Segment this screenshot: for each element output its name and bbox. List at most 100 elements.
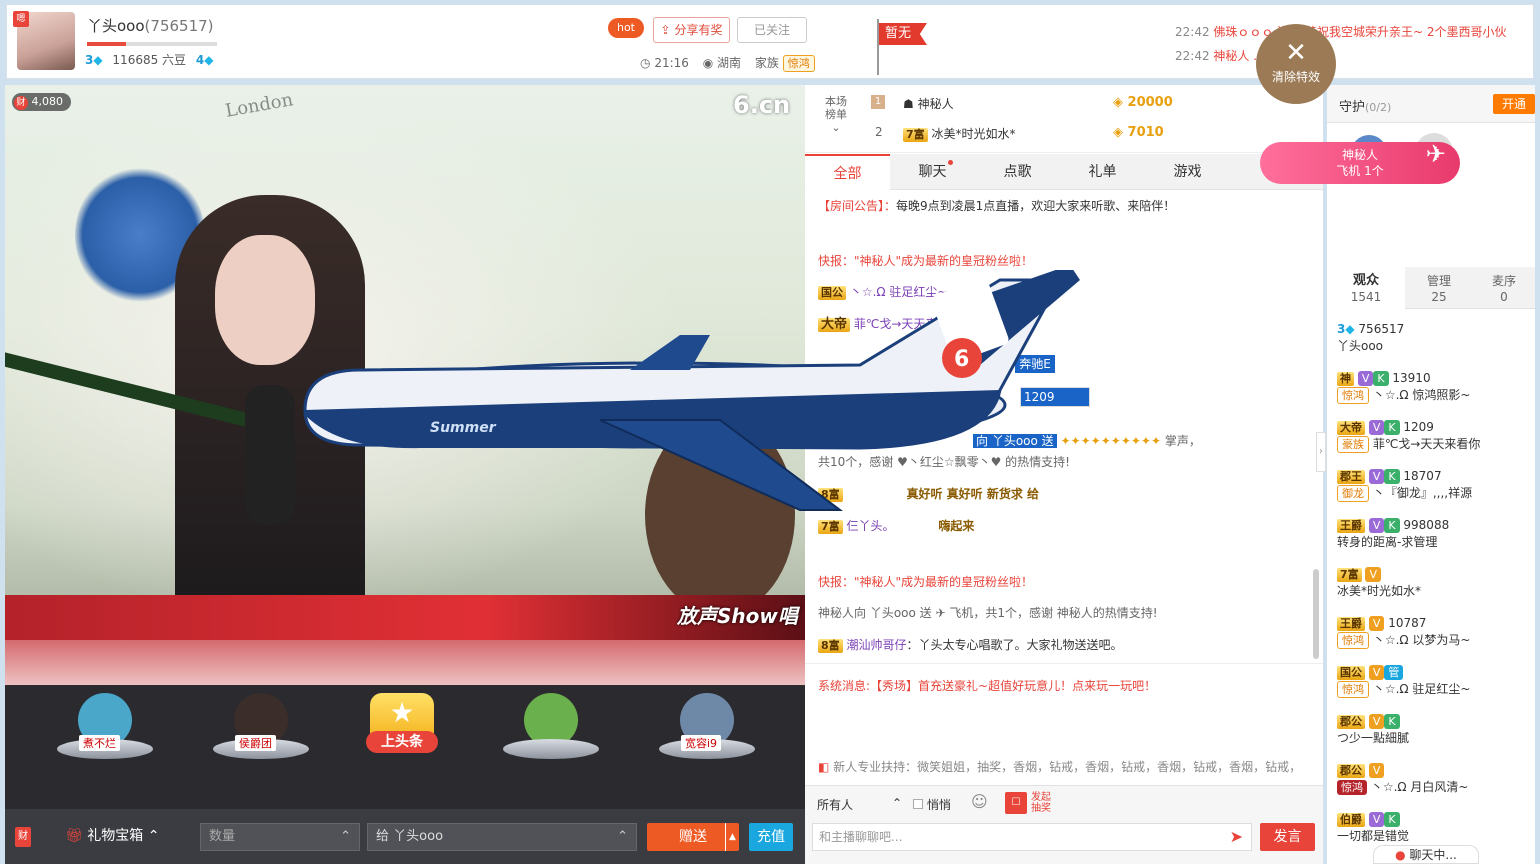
ticker-line-1[interactable]: 22:42 佛珠ｏｏｏ 送给 恭祝我空城荣升亲王~ 2个墨西哥小伙 — [1175, 23, 1535, 40]
tab-admins[interactable]: 管理 25 — [1405, 267, 1473, 309]
user-tabs: 观众 1541 管理 25 麦序 0 — [1327, 267, 1535, 309]
family-badge: 惊鸿 — [782, 55, 815, 72]
airplane-gift-animation: 6 Summer — [300, 265, 1080, 530]
user-list-item[interactable]: 3◆ 756517 丫头ooo — [1337, 321, 1527, 355]
stage-floor — [5, 640, 805, 685]
gift-item[interactable]: 侯爵团 — [213, 693, 309, 769]
user-list-item[interactable]: 王爵 VK 998088 转身的距离-求管理 — [1337, 517, 1527, 551]
chat-tabs: 全部 聊天 点歌 礼单 游戏 — [805, 154, 1323, 190]
send-gift-button[interactable]: 赠送 ▲ — [647, 823, 739, 851]
gift-pedestal — [503, 739, 599, 759]
collapse-toggle[interactable]: › — [1316, 432, 1326, 472]
close-icon: ✕ — [1285, 38, 1307, 68]
clock-icon: ◷ — [640, 56, 651, 70]
flag-pole — [877, 19, 879, 75]
rank-number: 2 — [875, 125, 883, 139]
gift-item[interactable]: 宽容i9 — [659, 693, 755, 769]
svg-text:Summer: Summer — [430, 420, 497, 436]
svg-text:6: 6 — [954, 347, 969, 372]
user-list-item[interactable]: 郡公 V K つ少一點細膩 — [1337, 713, 1527, 747]
gift-item[interactable]: 煮不烂 — [57, 693, 153, 769]
megaphone-icon: ◧ — [818, 760, 830, 774]
wealth-counter[interactable]: 财 4,080 — [12, 93, 71, 111]
microphone — [245, 385, 295, 525]
user-list-item[interactable]: 神 VK 13910 惊鸿 丶☆.Ω 惊鸿照影~ — [1337, 370, 1527, 404]
chat-flash: 快报："神秘人"成为最新的皇冠粉丝啦！ — [818, 254, 1034, 268]
chat-send-button[interactable]: 发言 — [1260, 823, 1315, 851]
anchor-id: (756517) — [144, 17, 214, 35]
anchor-stats: 3◆ 116685 六豆 4◆ — [85, 53, 214, 67]
beans-count: 116685 六豆 — [112, 53, 187, 67]
site-logo: 6.cn — [733, 91, 791, 119]
clear-effects-button[interactable]: ✕ 清除特效 — [1256, 24, 1336, 104]
lottery-button[interactable]: 发起 抽奖 — [1031, 792, 1051, 814]
rank-amount-1: ◈ 20000 — [1113, 95, 1173, 110]
gift-promo-banner[interactable]: 神秘人 飞机 1个 ✈ — [1260, 142, 1460, 184]
chat-scrollbar[interactable] — [1313, 569, 1319, 659]
treasure-box-button[interactable]: 🎁︎ 礼物宝箱 ⌃ — [65, 825, 159, 845]
gift-item-headline[interactable]: ★ 上头条 — [360, 693, 444, 777]
wealth-icon[interactable]: 财 — [15, 827, 31, 847]
open-guard-button[interactable]: 开通 — [1493, 94, 1535, 114]
coin-icon: ◈ — [1113, 95, 1123, 110]
airplane-icon: ✈ — [1425, 140, 1446, 168]
user-list-item[interactable]: 王爵 V 10787 惊鸿 丶☆.Ω 以梦为马~ — [1337, 615, 1527, 649]
user-list-item[interactable]: 郡王 VK 18707 御龙 丶『御龙』,,,,祥源 — [1337, 468, 1527, 502]
whisper-checkbox[interactable]: 悄悄 — [913, 796, 951, 813]
guard-title: 守护(0/2) — [1339, 100, 1392, 115]
user-list-item[interactable]: 7富 V 冰美*时光如水* — [1337, 566, 1527, 600]
system-message[interactable]: 系统消息:【秀场】首充送豪礼~超值好玩意儿！点来玩一玩吧！ — [818, 677, 1308, 695]
marquee-message: ◧ 新人专业扶持：微笑姐姐，抽奖，香烟，钻戒，香烟，钻戒，香烟，钻戒，香烟，钻戒… — [818, 760, 1302, 774]
rank-flag[interactable]: 暂无 — [879, 23, 927, 45]
chat-window-tab[interactable]: ● 聊天中... — [1373, 845, 1479, 864]
user-icon: ☗ — [903, 97, 914, 111]
room-meta: ◷ 21:16 ◉ 湖南 家族 惊鸿 — [640, 54, 815, 72]
location-icon: ◉ — [702, 56, 714, 70]
tab-all[interactable]: 全部 — [805, 154, 890, 190]
user-list-item[interactable]: 国公 V 管惊鸿 丶☆.Ω 驻足红尘~ — [1337, 664, 1527, 698]
user-list-item[interactable]: 郡公 V 惊鸿 丶☆.Ω 月白风清~ — [1337, 762, 1527, 796]
share-button[interactable]: ⇪ 分享有奖 — [653, 17, 730, 43]
gift-strip: 煮不烂 侯爵团 ★ 上头条 宽容i9 — [5, 685, 805, 809]
chat-gift-message: 神秘人向 丫头ooo 送 ✈ 飞机，共1个，感谢 神秘人的热情支持! — [818, 606, 1158, 620]
recharge-button[interactable]: 充值 — [749, 823, 793, 851]
chat-announcement: 【房间公告】：每晚9点到凌晨1点直播，欢迎大家来听歌、来陪伴！ — [818, 199, 1176, 213]
level-progress — [87, 42, 217, 46]
hot-badge[interactable]: hot — [608, 18, 644, 38]
tab-song[interactable]: 点歌 — [975, 154, 1060, 190]
rank-board: 本场 榜单 ⌄ 1 ☗ 神秘人 ◈ 20000 2 7富 冰美*时光如水* ◈ 70… — [805, 85, 1323, 153]
tab-chat[interactable]: 聊天 — [890, 154, 975, 190]
rank-amount-2: ◈ 7010 — [1113, 125, 1164, 140]
gift-box-icon: 🎁︎ — [65, 828, 83, 844]
chat-message[interactable]: 8富 潮汕帅哥仔：丫头太专心唱歌了。大家礼物送送吧。 — [818, 636, 1308, 654]
user-list-item[interactable]: 伯爵 V K 一切都是错觉 — [1337, 811, 1527, 845]
quantity-input[interactable]: 数量 ⌃ — [200, 823, 360, 851]
rank-row-2[interactable]: 7富 冰美*时光如水* — [903, 125, 1016, 142]
tab-gift-list[interactable]: 礼单 — [1060, 154, 1145, 190]
guard-header: 守护(0/2) 开通 — [1327, 85, 1535, 123]
tab-audience[interactable]: 观众 1541 — [1327, 267, 1405, 309]
followed-button[interactable]: 已关注 — [737, 17, 807, 43]
rank-title[interactable]: 本场 榜单 ⌄ — [825, 95, 847, 134]
audience-select[interactable]: 所有人 ⌃ — [817, 796, 902, 813]
ticker-line-2[interactable]: 22:42 神秘人 ... 儿 1个别墅 — [1175, 47, 1535, 64]
airplane-graphic: 6 Summer — [303, 265, 1080, 511]
recipient-select[interactable]: 给 丫头ooo ⌃ — [367, 823, 637, 851]
right-panel: 守护(0/2) 开通 观众 1541 管理 25 麦序 0 3◆ 756517 丫头o… — [1327, 85, 1535, 864]
chat-flash: 快报："神秘人"成为最新的皇冠粉丝啦！ — [818, 575, 1034, 589]
tab-games[interactable]: 游戏 — [1145, 154, 1230, 190]
rank-number: 1 — [871, 95, 885, 109]
divider — [805, 663, 1323, 664]
coin-icon: ◈ — [1113, 125, 1123, 140]
gift-item[interactable] — [503, 693, 599, 769]
chat-input[interactable]: 和主播聊聊吧... ➤ — [812, 823, 1252, 851]
lottery-icon[interactable]: ☐ — [1005, 792, 1027, 814]
show-logo: 放声Show唱 — [677, 604, 798, 628]
rank-row-1[interactable]: ☗ 神秘人 — [903, 95, 954, 112]
chat-bubble-icon: ● — [1395, 848, 1406, 862]
tab-mic-queue[interactable]: 麦序 0 — [1473, 267, 1535, 309]
emoji-icon[interactable]: ☺ — [971, 792, 988, 811]
anchor-name-row[interactable]: 丫头ooo(756517) — [87, 15, 214, 36]
share-icon: ⇪ — [660, 23, 671, 37]
user-list-item[interactable]: 大帝 VK 1209 豪族 菲℃戈→天天来看你 — [1337, 419, 1527, 453]
